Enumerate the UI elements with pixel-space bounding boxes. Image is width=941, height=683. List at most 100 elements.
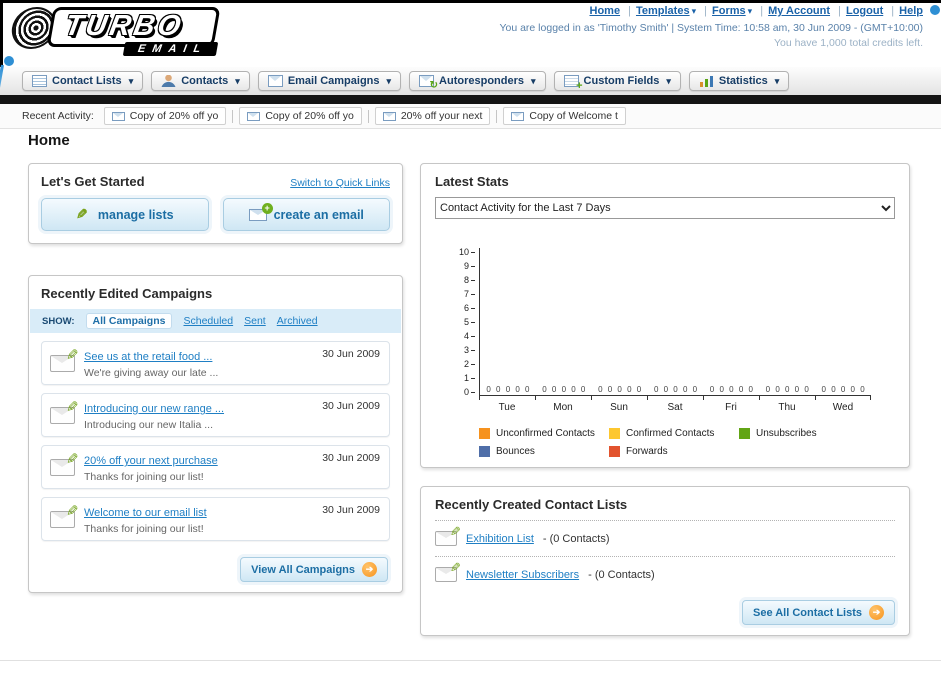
- caret-down-icon: [235, 75, 240, 87]
- recent-activity-bar: Recent Activity: Copy of 20% off yo Copy…: [0, 104, 941, 129]
- contact-list-row[interactable]: Newsletter Subscribers - (0 Contacts): [435, 565, 895, 584]
- get-started-panel: Let's Get Started Switch to Quick Links …: [28, 163, 403, 244]
- page-title: Home: [28, 132, 70, 149]
- button-label: create an email: [273, 207, 364, 222]
- x-tick-label: Sat: [647, 396, 703, 413]
- y-tick-label: 2: [464, 360, 475, 369]
- legend-swatch: [479, 446, 490, 457]
- contact-list-link[interactable]: Newsletter Subscribers: [466, 569, 579, 581]
- tab-contacts[interactable]: Contacts: [151, 71, 250, 91]
- tab-custom-fields[interactable]: Custom Fields: [553, 71, 681, 92]
- manage-lists-button[interactable]: manage lists: [41, 198, 209, 231]
- chart-value-labels: 0 0 0 0 0: [821, 385, 865, 394]
- filter-sent[interactable]: Sent: [244, 315, 266, 327]
- campaign-row[interactable]: 20% off your next purchase Thanks for jo…: [41, 445, 390, 489]
- header-right: Home Templates Forms My Account Logout H…: [499, 5, 923, 49]
- filter-scheduled[interactable]: Scheduled: [183, 315, 233, 327]
- main-nav: Contact Lists Contacts Email Campaigns A…: [0, 67, 941, 95]
- legend-item: Forwards: [609, 446, 739, 457]
- legend-item: Unconfirmed Contacts: [479, 428, 609, 439]
- contact-list-row[interactable]: Exhibition List - (0 Contacts): [435, 529, 895, 548]
- top-link-help[interactable]: Help: [899, 5, 923, 17]
- autoresponders-icon: [419, 75, 438, 91]
- recent-activity-item[interactable]: Copy of 20% off yo: [239, 107, 362, 125]
- y-tick-label: 0: [464, 388, 475, 397]
- campaign-subtitle: Thanks for joining our list!: [84, 523, 204, 535]
- top-link-templates[interactable]: Templates: [636, 5, 690, 17]
- campaign-title-link[interactable]: Welcome to our email list: [84, 507, 207, 519]
- edit-list-icon: [435, 531, 457, 546]
- top-link-forms-wrap: Forms: [699, 5, 752, 17]
- arrow-right-icon: [362, 562, 377, 577]
- tab-label: Contact Lists: [52, 75, 122, 87]
- tab-label: Contacts: [181, 75, 229, 87]
- x-tick-label: Mon: [535, 396, 591, 413]
- chart-y-axis: 10 9 8 7 6 5 4 3 2 1 0: [447, 248, 475, 397]
- button-label: View All Campaigns: [251, 563, 355, 576]
- create-email-button[interactable]: create an email: [222, 198, 390, 231]
- stats-period-select[interactable]: Contact Activity for the Last 7 Days: [435, 197, 895, 219]
- legend-swatch: [739, 428, 750, 439]
- chart-plot: 0 0 0 0 0 0 0 0 0 0 0 0 0 0 0 0 0 0 0 0 0 0 …: [479, 248, 871, 396]
- campaign-row[interactable]: Introducing our new range ... Introducin…: [41, 393, 390, 437]
- campaign-title-link[interactable]: 20% off your next purchase: [84, 455, 218, 467]
- campaign-row[interactable]: Welcome to our email list Thanks for joi…: [41, 497, 390, 541]
- top-link-my-account[interactable]: My Account: [768, 5, 830, 17]
- divider: [232, 109, 234, 123]
- view-all-campaigns-button[interactable]: View All Campaigns: [240, 557, 388, 582]
- email-plus-icon: [248, 202, 273, 221]
- chart-column: 0 0 0 0 0: [703, 248, 759, 395]
- campaign-date: 30 Jun 2009: [322, 400, 380, 412]
- pencil-icon: [76, 207, 91, 222]
- see-all-contact-lists-button[interactable]: See All Contact Lists: [741, 600, 895, 625]
- campaign-title-link[interactable]: Introducing our new range ...: [84, 403, 224, 415]
- legend-item: Bounces: [479, 446, 609, 457]
- recent-activity-item[interactable]: Copy of 20% off yo: [103, 107, 227, 125]
- app-window: TURBO EMAIL Home Templates Forms My Acco…: [0, 0, 941, 683]
- y-tick-label: 7: [464, 290, 475, 299]
- y-tick-label: 10: [459, 248, 475, 257]
- top-link-logout-wrap: Logout: [833, 5, 883, 17]
- tab-contact-lists[interactable]: Contact Lists: [22, 71, 144, 91]
- tab-label: Email Campaigns: [287, 75, 380, 87]
- top-link-home[interactable]: Home: [590, 5, 621, 17]
- top-link-my-account-wrap: My Account: [755, 5, 830, 17]
- chart-x-axis: Tue Mon Sun Sat Fri Thu Wed: [479, 396, 871, 413]
- edit-campaign-icon: [50, 510, 75, 528]
- footer-divider: [0, 660, 941, 661]
- filter-all-campaigns[interactable]: All Campaigns: [85, 313, 173, 329]
- divider: [367, 109, 369, 123]
- session-info: You are logged in as 'Timothy Smith' | S…: [499, 22, 923, 34]
- edit-campaign-icon: [50, 406, 75, 424]
- top-link-forms[interactable]: Forms: [712, 5, 746, 17]
- y-tick-label: 3: [464, 346, 475, 355]
- chart-value-labels: 0 0 0 0 0: [765, 385, 809, 394]
- recent-activity-item[interactable]: 20% off your next: [374, 107, 491, 125]
- campaign-date: 30 Jun 2009: [322, 452, 380, 464]
- legend-label: Unconfirmed Contacts: [496, 428, 595, 439]
- caret-down-icon: [775, 75, 780, 87]
- panel-title: Let's Get Started: [41, 174, 145, 189]
- recent-activity-item[interactable]: Copy of Welcome t: [503, 107, 626, 125]
- tab-autoresponders[interactable]: Autoresponders: [409, 71, 546, 91]
- filter-archived[interactable]: Archived: [277, 315, 318, 327]
- email-campaigns-icon: [267, 75, 283, 87]
- recent-activity-text: 20% off your next: [400, 110, 483, 122]
- y-tick-label: 1: [464, 374, 475, 383]
- contact-count: - (0 Contacts): [588, 568, 655, 581]
- legend-item: Confirmed Contacts: [609, 428, 739, 439]
- chart-value-labels: 0 0 0 0 0: [542, 385, 586, 394]
- top-link-help-wrap: Help: [886, 5, 923, 17]
- chart-value-labels: 0 0 0 0 0: [709, 385, 753, 394]
- contact-lists-panel: Recently Created Contact Lists Exhibitio…: [420, 486, 910, 636]
- tab-email-campaigns[interactable]: Email Campaigns: [257, 71, 402, 91]
- tab-statistics[interactable]: Statistics: [688, 71, 790, 91]
- contact-list-link[interactable]: Exhibition List: [466, 533, 534, 545]
- top-link-logout[interactable]: Logout: [846, 5, 883, 17]
- campaign-row[interactable]: See us at the retail food ... We're givi…: [41, 341, 390, 385]
- campaign-title-link[interactable]: See us at the retail food ...: [84, 351, 212, 363]
- arrow-right-icon: [869, 605, 884, 620]
- annotation-pin: [4, 56, 14, 66]
- contact-count: - (0 Contacts): [542, 532, 610, 545]
- switch-quick-links-link[interactable]: Switch to Quick Links: [290, 177, 390, 189]
